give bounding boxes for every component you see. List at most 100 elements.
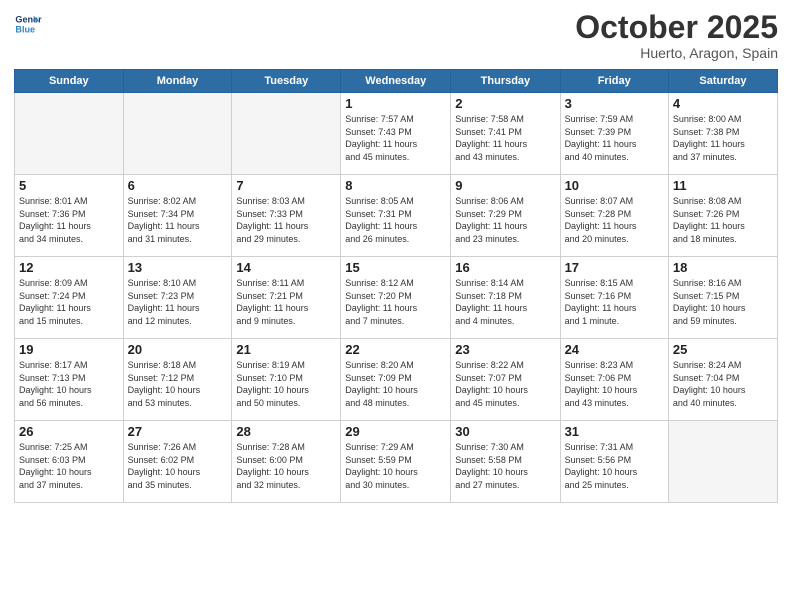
day-info: Sunrise: 8:22 AM Sunset: 7:07 PM Dayligh…	[455, 359, 555, 409]
day-number: 12	[19, 260, 119, 275]
day-info: Sunrise: 7:26 AM Sunset: 6:02 PM Dayligh…	[128, 441, 228, 491]
day-info: Sunrise: 8:23 AM Sunset: 7:06 PM Dayligh…	[565, 359, 664, 409]
day-number: 29	[345, 424, 446, 439]
day-number: 15	[345, 260, 446, 275]
calendar-cell: 26Sunrise: 7:25 AM Sunset: 6:03 PM Dayli…	[15, 421, 124, 503]
day-number: 16	[455, 260, 555, 275]
calendar-cell: 18 Sunrise: 8:16 AM Sunset: 7:15 PM Dayli…	[668, 257, 777, 339]
day-number: 13	[128, 260, 228, 275]
calendar-cell: 19 Sunrise: 8:17 AM Sunset: 7:13 PM Dayli…	[15, 339, 124, 421]
weekday-header-friday: Friday	[560, 70, 668, 93]
logo: General Blue	[14, 10, 42, 38]
day-number: 1	[345, 96, 446, 111]
calendar-cell: 5Sunrise: 8:01 AM Sunset: 7:36 PM Daylig…	[15, 175, 124, 257]
day-number: 8	[345, 178, 446, 193]
day-info: Sunrise: 7:30 AM Sunset: 5:58 PM Dayligh…	[455, 441, 555, 491]
day-number: 19	[19, 342, 119, 357]
calendar-week-row: 19 Sunrise: 8:17 AM Sunset: 7:13 PM Dayli…	[15, 339, 778, 421]
calendar-cell: 4Sunrise: 8:00 AM Sunset: 7:38 PM Daylig…	[668, 93, 777, 175]
day-info: Sunrise: 8:06 AM Sunset: 7:29 PM Dayligh…	[455, 195, 555, 245]
calendar-cell: 7 Sunrise: 8:03 AM Sunset: 7:33 PM Daylig…	[232, 175, 341, 257]
calendar-cell	[668, 421, 777, 503]
day-info: Sunrise: 8:01 AM Sunset: 7:36 PM Dayligh…	[19, 195, 119, 245]
day-info: Sunrise: 7:29 AM Sunset: 5:59 PM Dayligh…	[345, 441, 446, 491]
calendar-cell: 17Sunrise: 8:15 AM Sunset: 7:16 PM Dayli…	[560, 257, 668, 339]
day-number: 7	[236, 178, 336, 193]
day-info: Sunrise: 7:31 AM Sunset: 5:56 PM Dayligh…	[565, 441, 664, 491]
day-info: Sunrise: 8:02 AM Sunset: 7:34 PM Dayligh…	[128, 195, 228, 245]
day-info: Sunrise: 7:28 AM Sunset: 6:00 PM Dayligh…	[236, 441, 336, 491]
day-number: 6	[128, 178, 228, 193]
calendar-cell: 9 Sunrise: 8:06 AM Sunset: 7:29 PM Daylig…	[451, 175, 560, 257]
calendar-cell: 23 Sunrise: 8:22 AM Sunset: 7:07 PM Dayli…	[451, 339, 560, 421]
calendar-cell: 30 Sunrise: 7:30 AM Sunset: 5:58 PM Dayli…	[451, 421, 560, 503]
calendar-cell: 16 Sunrise: 8:14 AM Sunset: 7:18 PM Dayli…	[451, 257, 560, 339]
calendar-cell: 15 Sunrise: 8:12 AM Sunset: 7:20 PM Dayli…	[341, 257, 451, 339]
day-number: 23	[455, 342, 555, 357]
calendar-cell	[232, 93, 341, 175]
page-header: General Blue October 2025 Huerto, Aragon…	[14, 10, 778, 61]
weekday-header-wednesday: Wednesday	[341, 70, 451, 93]
calendar-cell: 31 Sunrise: 7:31 AM Sunset: 5:56 PM Dayli…	[560, 421, 668, 503]
weekday-header-thursday: Thursday	[451, 70, 560, 93]
day-info: Sunrise: 7:57 AM Sunset: 7:43 PM Dayligh…	[345, 113, 446, 163]
calendar-cell: 22 Sunrise: 8:20 AM Sunset: 7:09 PM Dayli…	[341, 339, 451, 421]
weekday-header-saturday: Saturday	[668, 70, 777, 93]
day-info: Sunrise: 8:20 AM Sunset: 7:09 PM Dayligh…	[345, 359, 446, 409]
day-number: 3	[565, 96, 664, 111]
svg-text:General: General	[15, 15, 42, 25]
day-info: Sunrise: 8:14 AM Sunset: 7:18 PM Dayligh…	[455, 277, 555, 327]
day-info: Sunrise: 8:18 AM Sunset: 7:12 PM Dayligh…	[128, 359, 228, 409]
calendar-cell: 24 Sunrise: 8:23 AM Sunset: 7:06 PM Dayli…	[560, 339, 668, 421]
calendar-cell: 8 Sunrise: 8:05 AM Sunset: 7:31 PM Daylig…	[341, 175, 451, 257]
day-number: 30	[455, 424, 555, 439]
day-number: 26	[19, 424, 119, 439]
day-number: 2	[455, 96, 555, 111]
calendar-table: SundayMondayTuesdayWednesdayThursdayFrid…	[14, 69, 778, 503]
day-number: 21	[236, 342, 336, 357]
day-number: 22	[345, 342, 446, 357]
day-info: Sunrise: 8:08 AM Sunset: 7:26 PM Dayligh…	[673, 195, 773, 245]
calendar-cell: 21 Sunrise: 8:19 AM Sunset: 7:10 PM Dayli…	[232, 339, 341, 421]
day-number: 20	[128, 342, 228, 357]
day-number: 4	[673, 96, 773, 111]
day-info: Sunrise: 8:05 AM Sunset: 7:31 PM Dayligh…	[345, 195, 446, 245]
day-info: Sunrise: 8:12 AM Sunset: 7:20 PM Dayligh…	[345, 277, 446, 327]
calendar-cell: 2 Sunrise: 7:58 AM Sunset: 7:41 PM Daylig…	[451, 93, 560, 175]
day-info: Sunrise: 8:16 AM Sunset: 7:15 PM Dayligh…	[673, 277, 773, 327]
day-number: 9	[455, 178, 555, 193]
title-block: October 2025 Huerto, Aragon, Spain	[575, 10, 778, 61]
calendar-week-row: 1 Sunrise: 7:57 AM Sunset: 7:43 PM Daylig…	[15, 93, 778, 175]
calendar-cell: 27Sunrise: 7:26 AM Sunset: 6:02 PM Dayli…	[123, 421, 232, 503]
day-info: Sunrise: 8:19 AM Sunset: 7:10 PM Dayligh…	[236, 359, 336, 409]
day-number: 18	[673, 260, 773, 275]
calendar-week-row: 26Sunrise: 7:25 AM Sunset: 6:03 PM Dayli…	[15, 421, 778, 503]
calendar-week-row: 5Sunrise: 8:01 AM Sunset: 7:36 PM Daylig…	[15, 175, 778, 257]
day-info: Sunrise: 8:07 AM Sunset: 7:28 PM Dayligh…	[565, 195, 664, 245]
calendar-week-row: 12Sunrise: 8:09 AM Sunset: 7:24 PM Dayli…	[15, 257, 778, 339]
weekday-header-sunday: Sunday	[15, 70, 124, 93]
calendar-cell: 3 Sunrise: 7:59 AM Sunset: 7:39 PM Daylig…	[560, 93, 668, 175]
day-number: 25	[673, 342, 773, 357]
calendar-cell	[123, 93, 232, 175]
calendar-cell: 13 Sunrise: 8:10 AM Sunset: 7:23 PM Dayli…	[123, 257, 232, 339]
day-number: 14	[236, 260, 336, 275]
calendar-cell: 14Sunrise: 8:11 AM Sunset: 7:21 PM Dayli…	[232, 257, 341, 339]
day-info: Sunrise: 8:10 AM Sunset: 7:23 PM Dayligh…	[128, 277, 228, 327]
weekday-header-monday: Monday	[123, 70, 232, 93]
location-subtitle: Huerto, Aragon, Spain	[575, 45, 778, 61]
calendar-cell: 20 Sunrise: 8:18 AM Sunset: 7:12 PM Dayli…	[123, 339, 232, 421]
day-number: 24	[565, 342, 664, 357]
day-info: Sunrise: 8:17 AM Sunset: 7:13 PM Dayligh…	[19, 359, 119, 409]
logo-icon: General Blue	[14, 10, 42, 38]
day-info: Sunrise: 7:58 AM Sunset: 7:41 PM Dayligh…	[455, 113, 555, 163]
day-number: 31	[565, 424, 664, 439]
svg-text:Blue: Blue	[15, 24, 35, 34]
day-number: 28	[236, 424, 336, 439]
day-info: Sunrise: 7:59 AM Sunset: 7:39 PM Dayligh…	[565, 113, 664, 163]
day-info: Sunrise: 8:24 AM Sunset: 7:04 PM Dayligh…	[673, 359, 773, 409]
calendar-cell: 29 Sunrise: 7:29 AM Sunset: 5:59 PM Dayli…	[341, 421, 451, 503]
day-info: Sunrise: 8:03 AM Sunset: 7:33 PM Dayligh…	[236, 195, 336, 245]
calendar-cell: 28 Sunrise: 7:28 AM Sunset: 6:00 PM Dayli…	[232, 421, 341, 503]
calendar-cell: 1 Sunrise: 7:57 AM Sunset: 7:43 PM Daylig…	[341, 93, 451, 175]
